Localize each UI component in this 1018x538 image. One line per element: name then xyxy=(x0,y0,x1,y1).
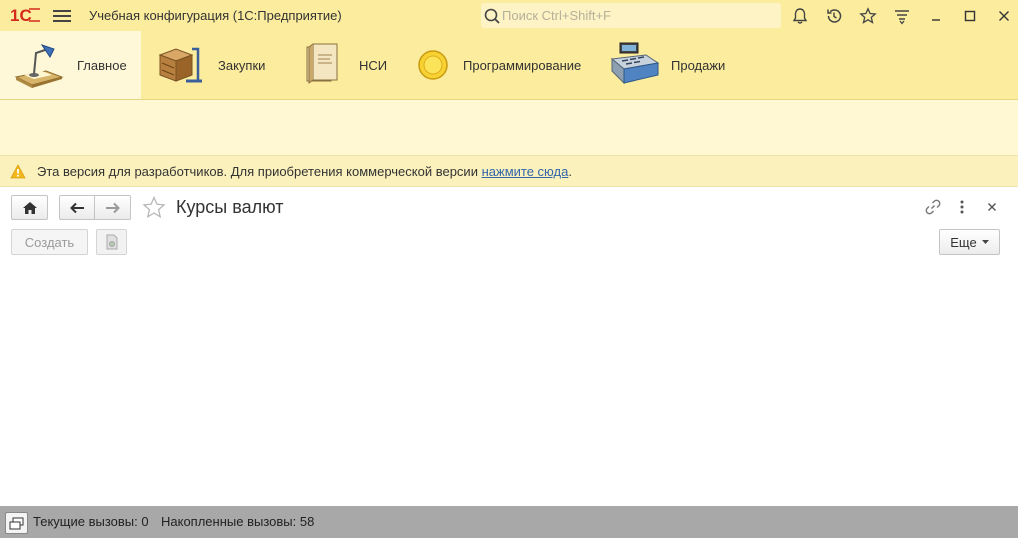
svg-text:1С: 1С xyxy=(10,6,32,24)
search-input[interactable] xyxy=(502,6,772,25)
windows-icon[interactable] xyxy=(5,512,28,534)
notice-text: Эта версия для разработчиков. Для приобр… xyxy=(37,164,478,179)
history-icon[interactable] xyxy=(823,5,845,27)
section-label: НСИ xyxy=(359,58,388,73)
star-icon[interactable] xyxy=(857,5,879,27)
section-purchases[interactable]: Закупки xyxy=(141,31,281,99)
form-title: Курсы валют xyxy=(176,197,284,217)
back-button[interactable] xyxy=(59,195,95,220)
section-label: Закупки xyxy=(218,58,266,73)
app-title: Учебная конфигурация (1С:Предприятие) xyxy=(89,8,342,23)
back-arrow-icon xyxy=(70,202,84,213)
chevron-down-icon xyxy=(981,240,989,244)
minimize-icon[interactable] xyxy=(925,5,947,27)
notice-suffix: . xyxy=(568,164,572,179)
more-vertical-icon[interactable] xyxy=(952,196,972,218)
create-button[interactable]: Создать xyxy=(11,229,88,255)
title-bar: 1С Учебная конфигурация (1С:Предприятие) xyxy=(0,0,1018,31)
bell-icon[interactable] xyxy=(789,5,811,27)
section-label: Программирование xyxy=(463,58,582,73)
more-label: Еще xyxy=(950,234,977,250)
notice-text-line: Эта версия для разработчиков. Для приобр… xyxy=(37,164,572,179)
warning-icon xyxy=(10,164,26,182)
1c-logo: 1С xyxy=(10,6,42,27)
cash-register-icon xyxy=(608,41,660,90)
section-sales[interactable]: Продажи xyxy=(593,31,743,99)
boxes-icon xyxy=(156,41,204,90)
close-form-icon[interactable] xyxy=(982,196,1002,218)
section-label: Главное xyxy=(77,58,127,73)
favorite-star-icon[interactable] xyxy=(142,195,166,219)
forward-button[interactable] xyxy=(94,195,131,220)
search-icon xyxy=(484,8,500,24)
document-button[interactable] xyxy=(96,229,127,255)
sections-panel: Главное Закупки НСИ Программирование Про… xyxy=(0,31,1018,100)
books-icon xyxy=(303,41,341,90)
forward-arrow-icon xyxy=(105,202,120,213)
hamburger-icon[interactable] xyxy=(53,8,71,24)
filter-menu-icon[interactable] xyxy=(891,5,913,27)
function-panel xyxy=(0,100,1018,155)
more-button[interactable]: Еще xyxy=(939,229,1000,255)
document-icon xyxy=(106,234,117,250)
sun-icon xyxy=(417,41,449,90)
link-icon[interactable] xyxy=(922,196,944,218)
accumulated-calls: Накопленные вызовы: 58 xyxy=(161,514,315,529)
section-reference-data[interactable]: НСИ xyxy=(281,31,402,99)
section-programming[interactable]: Программирование xyxy=(402,31,593,99)
current-calls: Текущие вызовы: 0 xyxy=(33,514,149,529)
developer-notice: Эта версия для разработчиков. Для приобр… xyxy=(0,155,1018,187)
section-main[interactable]: Главное xyxy=(0,31,141,99)
home-icon xyxy=(22,201,37,214)
home-button[interactable] xyxy=(11,195,48,220)
status-bar: Текущие вызовы: 0 Накопленные вызовы: 58 xyxy=(0,506,1018,538)
maximize-icon[interactable] xyxy=(959,5,981,27)
section-label: Продажи xyxy=(671,58,726,73)
desk-lamp-icon xyxy=(12,41,64,92)
search-box[interactable] xyxy=(481,3,781,28)
buy-link[interactable]: нажмите сюда xyxy=(482,164,569,179)
close-icon[interactable] xyxy=(993,5,1015,27)
form-body xyxy=(0,262,1018,506)
